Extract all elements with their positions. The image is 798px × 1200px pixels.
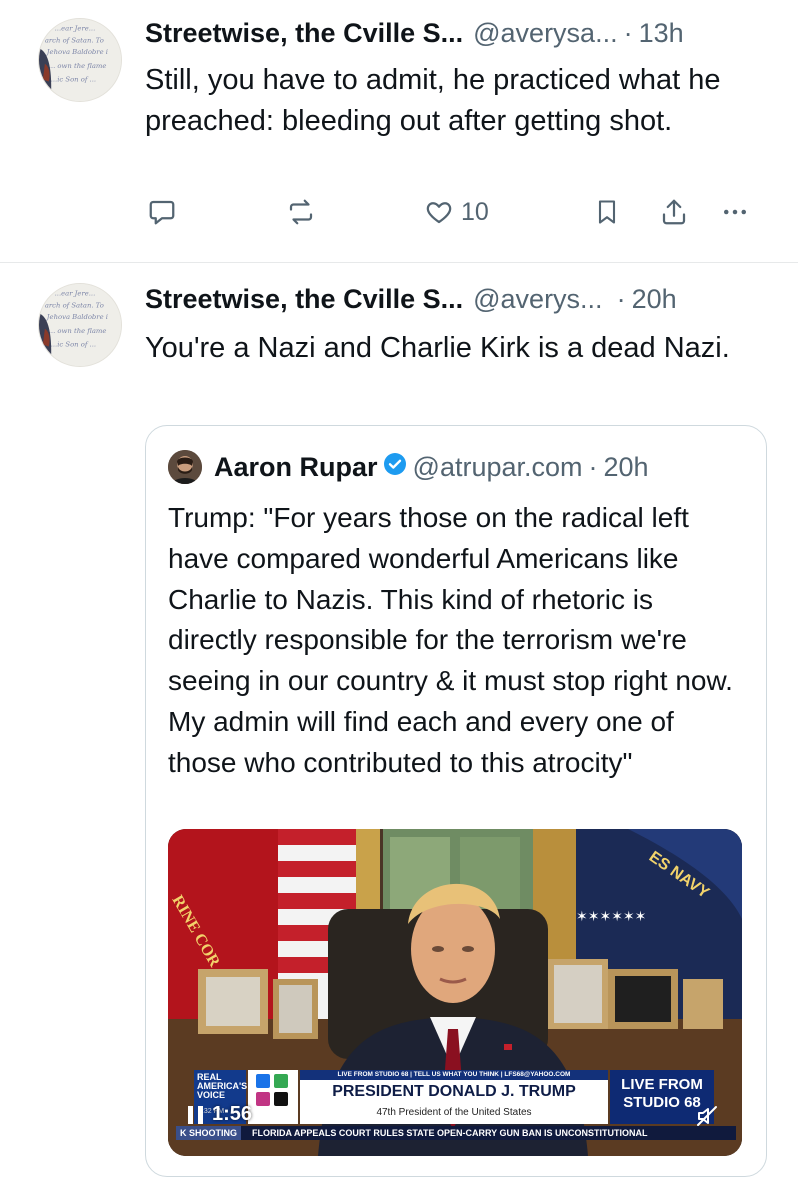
chyron-subtitle: 47th President of the United States xyxy=(300,1104,608,1122)
muted-speaker-icon xyxy=(697,1106,717,1126)
chyron-top-bar: LIVE FROM STUDIO 68 | TELL US WHAT YOU T… xyxy=(300,1070,608,1080)
avatar[interactable]: ...ear Jere... arch of Satan. To Jehova … xyxy=(38,283,122,367)
post-time[interactable]: 20h xyxy=(632,284,677,315)
video-controls: 1:56 xyxy=(188,1103,252,1126)
quote-avatar[interactable] xyxy=(168,450,202,484)
separator-dot: · xyxy=(616,284,626,314)
avatar-line-1: ...ear Jere... xyxy=(55,290,96,298)
pause-icon[interactable] xyxy=(188,1105,204,1124)
quote-time[interactable]: 20h xyxy=(604,452,649,483)
avatar-line-3: Jehova Baldobre i xyxy=(45,313,108,321)
post-header: Streetwise, the Cville S... @averys... ·… xyxy=(145,284,677,315)
avatar-line-5: ...ic Son of ... xyxy=(51,340,96,348)
verified-badge-icon xyxy=(383,452,407,483)
video-elapsed-time: 1:56 xyxy=(212,1103,253,1125)
author-name[interactable]: Streetwise, the Cville S... xyxy=(145,284,463,315)
separator-dot: · xyxy=(588,451,598,482)
news-ticker: K SHOOTING FLORIDA APPEALS COURT RULES S… xyxy=(176,1126,736,1140)
quote-text: Trump: "For years those on the radical l… xyxy=(168,502,733,778)
quote-author-handle[interactable]: @atrupar.com xyxy=(413,452,583,483)
ticker-label: K SHOOTING xyxy=(176,1126,242,1140)
avatar-line-4: ... own the flame xyxy=(49,327,107,335)
quote-header: Aaron Rupar @atrupar.com · 20h xyxy=(168,450,649,484)
chyron-title: PRESIDENT DONALD J. TRUMP xyxy=(332,1083,576,1100)
ticker-text: FLORIDA APPEALS COURT RULES STATE OPEN-C… xyxy=(252,1128,648,1138)
video-player[interactable]: RINE COR ES NAVY ✶✶✶✶✶✶ REAL AMERICA'S V… xyxy=(168,829,742,1156)
post[interactable]: ...ear Jere... arch of Satan. To Jehova … xyxy=(0,0,798,1177)
news-chyron: REAL AMERICA'S VOICE LIVE FROM STUDIO 68… xyxy=(194,1070,714,1130)
mute-button[interactable] xyxy=(696,1105,720,1127)
quote-avatar-image xyxy=(168,450,202,484)
social-icons xyxy=(248,1070,298,1124)
chyron-main: LIVE FROM STUDIO 68 | TELL US WHAT YOU T… xyxy=(300,1070,608,1124)
quoted-post[interactable]: Aaron Rupar @atrupar.com · 20h Trump: "F… xyxy=(145,425,767,1177)
svg-text:✶✶✶✶✶✶: ✶✶✶✶✶✶ xyxy=(576,908,646,924)
author-handle[interactable]: @averys... xyxy=(473,284,602,315)
avatar-line-2: arch of Satan. To xyxy=(45,301,104,309)
avatar-image: ...ear Jere... arch of Satan. To Jehova … xyxy=(39,284,121,366)
quote-author-name[interactable]: Aaron Rupar xyxy=(214,452,378,483)
post-text: You're a Nazi and Charlie Kirk is a dead… xyxy=(145,332,730,364)
